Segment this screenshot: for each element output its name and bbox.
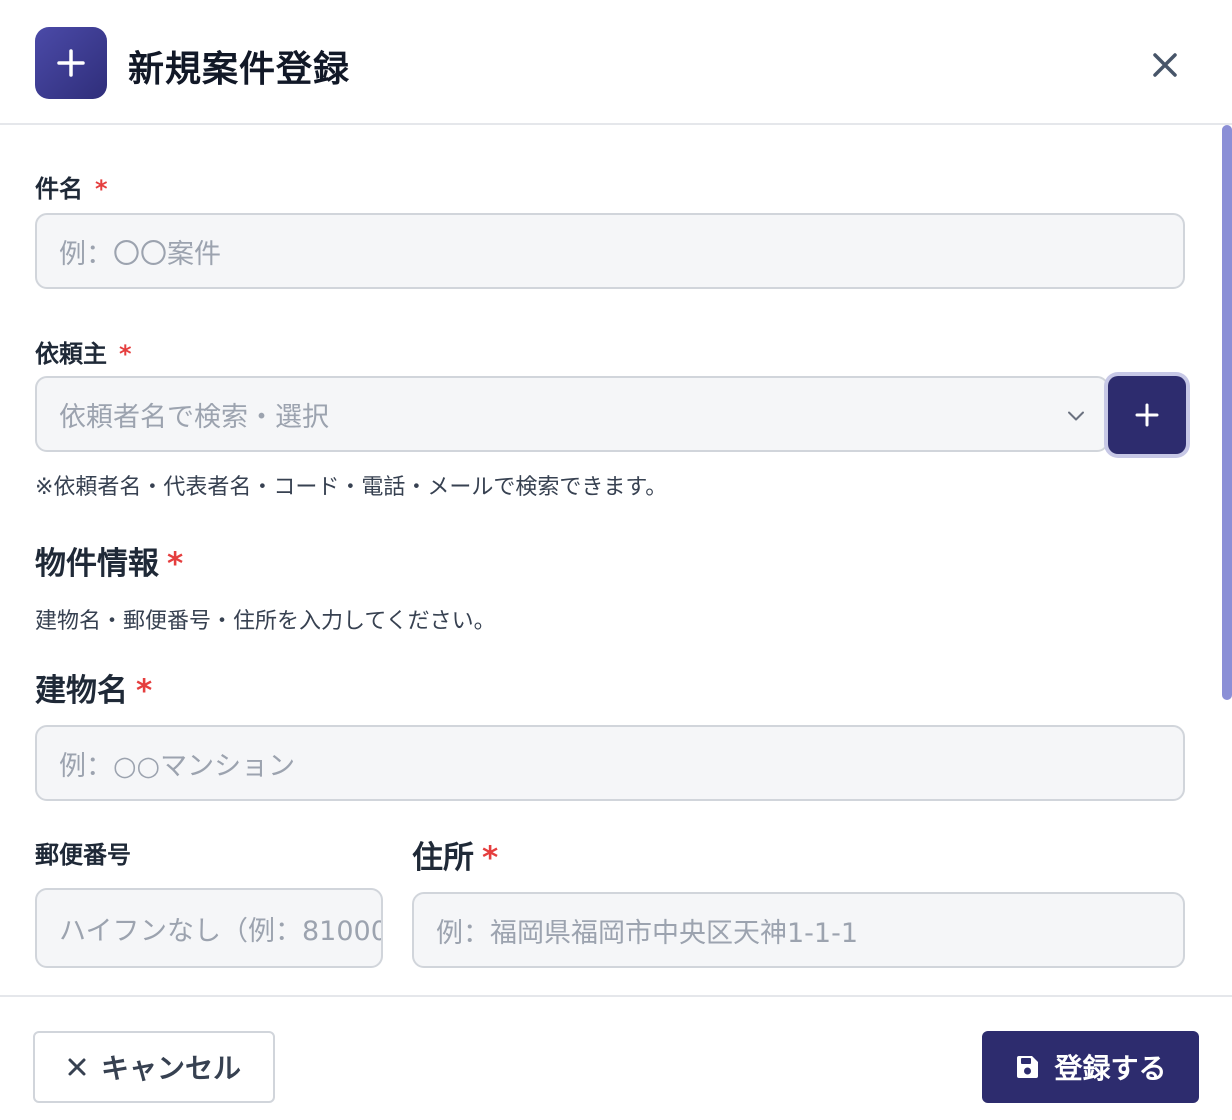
modal-title: 新規案件登録 bbox=[128, 49, 351, 90]
modal-footer: キャンセル 登録する bbox=[0, 995, 1232, 1120]
subject-label: 件名 * bbox=[35, 175, 108, 203]
client-hint: ※依頼者名・代表者名・コード・電話・メールで検索できます。 bbox=[35, 475, 668, 500]
address-input[interactable]: 例：福岡県福岡市中央区天神1-1-1 bbox=[412, 892, 1185, 968]
cancel-button[interactable]: キャンセル bbox=[33, 1031, 275, 1103]
modal-header: 新規案件登録 bbox=[0, 0, 1232, 125]
required-mark: * bbox=[482, 840, 499, 876]
submit-label: 登録する bbox=[1054, 1052, 1167, 1085]
close-button[interactable] bbox=[1146, 46, 1184, 84]
postal-label: 郵便番号 bbox=[35, 841, 131, 869]
plus-icon bbox=[35, 27, 107, 99]
required-mark: * bbox=[167, 546, 184, 582]
subject-placeholder: 例：〇〇案件 bbox=[59, 238, 221, 270]
scrollbar-thumb[interactable] bbox=[1222, 125, 1232, 700]
building-input[interactable]: 例：○○マンション bbox=[35, 725, 1185, 801]
client-label: 依頼主 * bbox=[35, 340, 132, 368]
required-mark: * bbox=[95, 175, 108, 203]
chevron-down-icon bbox=[1067, 399, 1085, 430]
subject-input[interactable]: 例：〇〇案件 bbox=[35, 213, 1185, 289]
building-label: 建物名 * bbox=[35, 673, 153, 709]
postal-input[interactable]: ハイフンなし（例：8100001） bbox=[35, 888, 383, 968]
save-icon bbox=[1017, 1056, 1039, 1078]
address-placeholder: 例：福岡県福岡市中央区天神1-1-1 bbox=[436, 917, 859, 949]
new-case-modal: 新規案件登録 件名 * 例：〇〇案件 依頼主 * 依頼者名で検索・選択 ※依頼者名・… bbox=[0, 0, 1232, 1120]
required-mark: * bbox=[119, 340, 132, 368]
close-icon bbox=[68, 1058, 86, 1076]
submit-button[interactable]: 登録する bbox=[982, 1031, 1199, 1103]
address-label: 住所 * bbox=[412, 840, 499, 876]
property-section-title: 物件情報 * bbox=[35, 546, 184, 582]
add-client-button[interactable] bbox=[1108, 376, 1186, 454]
building-placeholder: 例：○○マンション bbox=[59, 750, 296, 782]
postal-placeholder: ハイフンなし（例：8100001） bbox=[59, 915, 381, 947]
property-description: 建物名・郵便番号・住所を入力してください。 bbox=[35, 609, 496, 634]
close-icon bbox=[1153, 53, 1177, 77]
client-select[interactable]: 依頼者名で検索・選択 bbox=[35, 376, 1109, 452]
plus-icon bbox=[1135, 403, 1159, 427]
client-placeholder: 依頼者名で検索・選択 bbox=[59, 401, 329, 433]
cancel-label: キャンセル bbox=[100, 1052, 241, 1085]
required-mark: * bbox=[136, 673, 153, 709]
